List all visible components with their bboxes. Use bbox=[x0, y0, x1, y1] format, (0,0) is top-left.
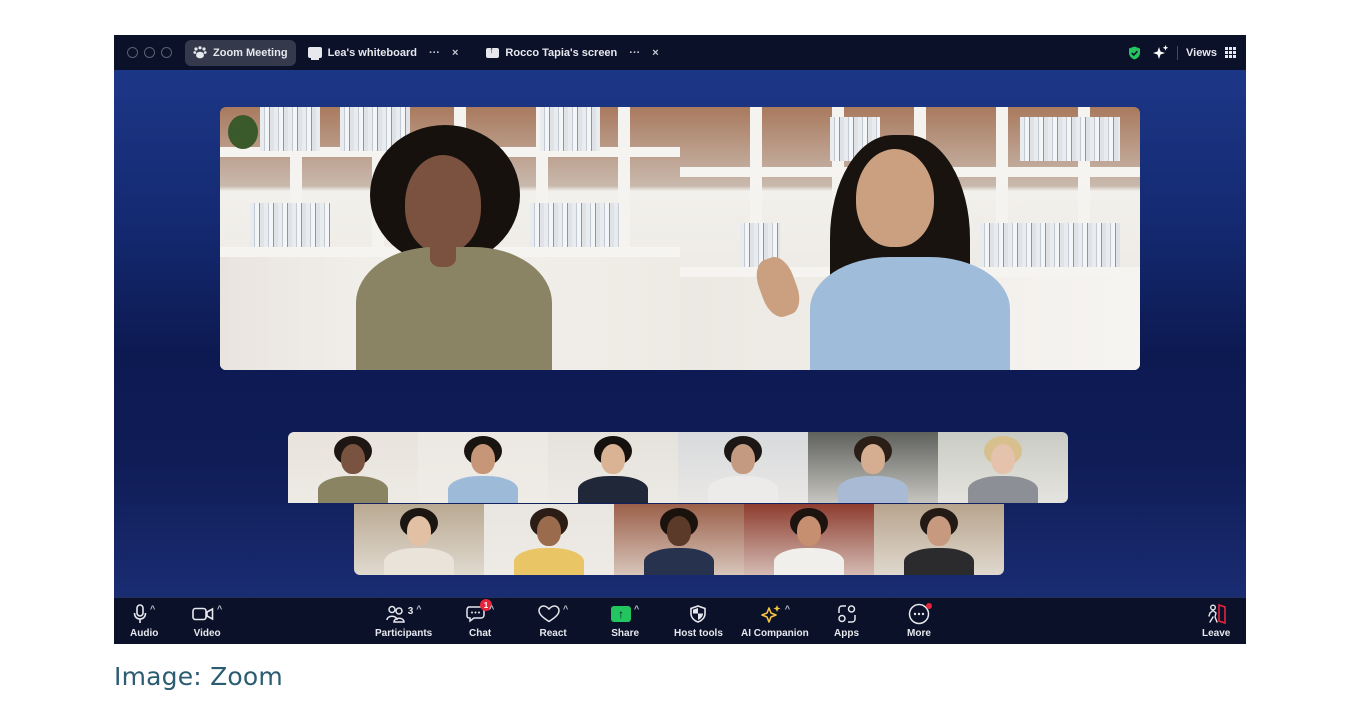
minimize-window-button[interactable] bbox=[144, 47, 155, 58]
participant-body bbox=[318, 476, 388, 503]
ai-companion-options-caret[interactable]: ^ bbox=[785, 604, 790, 614]
gallery-tile-8[interactable] bbox=[484, 504, 614, 575]
react-options-caret[interactable]: ^ bbox=[563, 604, 568, 614]
participant-body bbox=[578, 476, 648, 503]
share-arrow-icon: ↑ bbox=[611, 606, 631, 622]
participant-face bbox=[861, 444, 885, 474]
more-notification-dot bbox=[925, 603, 932, 609]
tab-more-button[interactable]: ··· bbox=[629, 47, 640, 59]
gallery-tile-2[interactable] bbox=[418, 432, 548, 503]
tab-screen-share[interactable]: Rocco Tapia's screen ··· × bbox=[478, 40, 666, 66]
image-caption: Image: Zoom bbox=[114, 662, 283, 691]
gallery-tile-9[interactable] bbox=[614, 504, 744, 575]
whiteboard-icon bbox=[307, 47, 322, 60]
participant-face bbox=[927, 516, 951, 546]
divider bbox=[1177, 45, 1178, 60]
participant-body bbox=[904, 548, 974, 575]
gallery-tile-10[interactable] bbox=[744, 504, 874, 575]
participant-body bbox=[448, 476, 518, 503]
share-button[interactable]: ↑ ^ Share bbox=[611, 602, 639, 639]
participants-options-caret[interactable]: ^ bbox=[416, 604, 421, 614]
speaker-video-left[interactable] bbox=[220, 107, 680, 370]
meeting-toolbar: ^ Audio ^ Video 3 ^ Participants 1 ^ Cha… bbox=[114, 597, 1246, 644]
gallery-tile-3[interactable] bbox=[548, 432, 678, 503]
grid-icon[interactable] bbox=[1225, 47, 1236, 58]
gallery-tile-11[interactable] bbox=[874, 504, 1004, 575]
video-options-caret[interactable]: ^ bbox=[217, 604, 222, 614]
tab-label: Rocco Tapia's screen bbox=[505, 46, 618, 59]
gallery-tile-4[interactable] bbox=[678, 432, 808, 503]
host-tools-button[interactable]: Host tools bbox=[674, 602, 723, 639]
participant-face bbox=[537, 516, 561, 546]
participant-count: 3 bbox=[407, 605, 414, 617]
screen-share-icon bbox=[486, 45, 500, 58]
title-bar: Zoom Meeting Lea's whiteboard ··· × Rocc… bbox=[114, 35, 1246, 70]
participant-face bbox=[471, 444, 495, 474]
participant-body bbox=[838, 476, 908, 503]
share-options-caret[interactable]: ^ bbox=[634, 604, 639, 614]
apps-button[interactable]: Apps bbox=[834, 602, 859, 639]
participant-face bbox=[601, 444, 625, 474]
tab-whiteboard[interactable]: Lea's whiteboard ··· × bbox=[300, 40, 467, 66]
maximize-window-button[interactable] bbox=[161, 47, 172, 58]
plant bbox=[228, 115, 258, 149]
participant-face bbox=[991, 444, 1015, 474]
participant-face bbox=[407, 516, 431, 546]
shield-check-icon[interactable] bbox=[1128, 46, 1141, 60]
audio-button[interactable]: ^ Audio bbox=[130, 602, 158, 639]
tab-zoom-meeting[interactable]: Zoom Meeting bbox=[185, 39, 296, 66]
gallery-tile-6[interactable] bbox=[938, 432, 1068, 503]
sparkle-icon bbox=[760, 605, 781, 623]
title-bar-right: Views bbox=[1128, 45, 1236, 60]
participant-face bbox=[731, 444, 755, 474]
close-window-button[interactable] bbox=[127, 47, 138, 58]
video-camera-icon bbox=[192, 607, 214, 621]
chat-button[interactable]: 1 ^ Chat bbox=[466, 599, 494, 639]
participants-icon bbox=[385, 605, 405, 623]
participant-body bbox=[774, 548, 844, 575]
leave-button[interactable]: Leave bbox=[1202, 602, 1230, 639]
video-button[interactable]: ^ Video bbox=[192, 602, 222, 639]
gallery-tile-1[interactable] bbox=[288, 432, 418, 503]
gallery-tile-7[interactable] bbox=[354, 504, 484, 575]
participant-body bbox=[514, 548, 584, 575]
paw-icon bbox=[193, 46, 207, 59]
window-controls bbox=[127, 47, 172, 58]
participant-body bbox=[708, 476, 778, 503]
react-button[interactable]: ^ React bbox=[538, 602, 568, 639]
participant-face bbox=[341, 444, 365, 474]
participants-button[interactable]: 3 ^ Participants bbox=[375, 602, 432, 639]
views-button[interactable]: Views bbox=[1186, 47, 1217, 59]
audio-options-caret[interactable]: ^ bbox=[150, 604, 155, 614]
sparkle-icon[interactable] bbox=[1153, 45, 1169, 60]
tab-label: Zoom Meeting bbox=[213, 46, 288, 59]
participant-body bbox=[384, 548, 454, 575]
tab-close-button[interactable]: × bbox=[452, 47, 458, 59]
leave-door-icon bbox=[1208, 603, 1226, 625]
more-button[interactable]: More bbox=[907, 602, 932, 639]
speaker-video-right[interactable] bbox=[680, 107, 1140, 370]
ai-companion-button[interactable]: ^ AI Companion bbox=[741, 602, 809, 639]
gallery-tile-5[interactable] bbox=[808, 432, 938, 503]
participant-face bbox=[797, 516, 821, 546]
zoom-window: Zoom Meeting Lea's whiteboard ··· × Rocc… bbox=[114, 35, 1246, 644]
chat-options-caret[interactable]: ^ bbox=[489, 604, 494, 614]
participant-face bbox=[667, 516, 691, 546]
microphone-icon bbox=[133, 604, 147, 623]
participant-body bbox=[644, 548, 714, 575]
tab-label: Lea's whiteboard bbox=[327, 46, 417, 59]
heart-icon bbox=[538, 605, 560, 623]
tab-more-button[interactable]: ··· bbox=[429, 47, 440, 59]
participant-body bbox=[968, 476, 1038, 503]
shield-icon bbox=[690, 605, 707, 623]
apps-icon bbox=[837, 605, 856, 623]
tab-close-button[interactable]: × bbox=[652, 47, 658, 59]
